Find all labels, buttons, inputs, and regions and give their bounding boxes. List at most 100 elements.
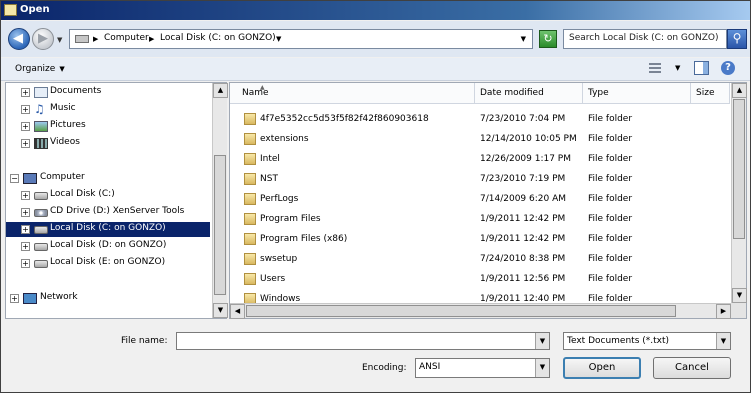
breadcrumb-arrow-icon[interactable]: ▶ xyxy=(93,35,98,43)
breadcrumb-arrow-icon[interactable]: ▼ xyxy=(276,35,281,43)
scroll-up-icon[interactable]: ▲ xyxy=(732,83,747,98)
file-row[interactable]: NST 7/23/2010 7:19 PM File folder xyxy=(230,169,730,189)
file-type-value: Text Documents (*.txt) xyxy=(567,336,670,346)
file-date: 12/26/2009 1:17 PM xyxy=(480,154,571,164)
forward-button[interactable]: ▶ xyxy=(32,28,54,50)
encoding-select[interactable]: ANSI ▼ xyxy=(415,358,550,378)
nav-item-label: Music xyxy=(50,103,76,113)
scroll-thumb[interactable] xyxy=(733,99,745,239)
expand-icon[interactable]: + xyxy=(10,294,19,303)
expand-icon[interactable]: + xyxy=(21,139,30,148)
folder-icon xyxy=(244,233,256,245)
help-icon[interactable]: ? xyxy=(721,61,735,75)
scroll-up-icon[interactable]: ▲ xyxy=(213,83,228,98)
file-row[interactable]: 4f7e5352cc5d53f5f82f42f860903618 7/23/20… xyxy=(230,109,730,129)
file-row[interactable]: PerfLogs 7/14/2009 6:20 AM File folder xyxy=(230,189,730,209)
nav-item-label: Pictures xyxy=(50,120,86,130)
nav-item-videos[interactable]: + Videos xyxy=(6,136,210,151)
file-row[interactable]: Program Files (x86) 1/9/2011 12:42 PM Fi… xyxy=(230,229,730,249)
collapse-icon[interactable]: − xyxy=(10,174,19,183)
views-icon[interactable] xyxy=(649,61,663,77)
file-row[interactable]: Intel 12/26/2009 1:17 PM File folder xyxy=(230,149,730,169)
nav-item-music[interactable]: + ♫ Music xyxy=(6,102,210,117)
search-icon[interactable]: ⚲ xyxy=(727,29,747,49)
nav-item-local-disk-e-gonzo[interactable]: + Local Disk (E: on GONZO) xyxy=(6,256,210,271)
expand-icon[interactable]: + xyxy=(21,122,30,131)
expand-icon[interactable]: + xyxy=(21,191,30,200)
file-type: File folder xyxy=(588,234,633,244)
nav-item-cd-drive[interactable]: + CD Drive (D:) XenServer Tools xyxy=(6,205,210,220)
file-name: NST xyxy=(260,174,278,184)
expand-icon[interactable]: + xyxy=(21,105,30,114)
file-row[interactable]: swsetup 7/24/2010 8:38 PM File folder xyxy=(230,249,730,269)
column-type[interactable]: Type xyxy=(583,83,691,104)
file-type-select[interactable]: Text Documents (*.txt) ▼ xyxy=(563,332,731,350)
cancel-button[interactable]: Cancel xyxy=(653,357,731,379)
file-name: PerfLogs xyxy=(260,194,299,204)
breadcrumb-arrow-icon[interactable]: ▶ xyxy=(149,35,154,43)
chevron-down-icon[interactable]: ▼ xyxy=(716,333,730,349)
file-date: 1/9/2011 12:56 PM xyxy=(480,274,566,284)
file-row[interactable]: extensions 12/14/2010 10:05 PM File fold… xyxy=(230,129,730,149)
search-input[interactable]: Search Local Disk (C: on GONZO) xyxy=(563,29,727,49)
refresh-button[interactable]: ↻ xyxy=(539,30,557,48)
scroll-right-icon[interactable]: ▶ xyxy=(716,304,731,319)
scroll-thumb[interactable] xyxy=(246,305,676,317)
expand-icon[interactable]: + xyxy=(21,225,30,234)
music-icon: ♫ xyxy=(34,102,45,116)
disk-icon xyxy=(34,243,48,251)
nav-vertical-scrollbar[interactable]: ▲ ▼ xyxy=(212,83,228,318)
chevron-down-icon[interactable]: ▼ xyxy=(535,333,549,349)
column-name[interactable]: Name ▲ xyxy=(230,83,475,104)
navigation-pane: + Documents + ♫ Music + Pictures + Video… xyxy=(5,82,228,319)
file-date: 7/24/2010 8:38 PM xyxy=(480,254,566,264)
column-size[interactable]: Size xyxy=(691,83,730,104)
expand-icon[interactable]: + xyxy=(21,88,30,97)
nav-item-documents[interactable]: + Documents xyxy=(6,85,210,100)
file-name: swsetup xyxy=(260,254,298,264)
expand-icon[interactable]: + xyxy=(21,259,30,268)
forward-arrow-icon: ▶ xyxy=(38,31,48,46)
open-dialog: Open ◀ ▶ ▼ ▶ Computer ▶ Local Disk (C: o… xyxy=(0,0,751,393)
preview-pane-icon[interactable] xyxy=(694,61,709,75)
nav-item-local-disk-c-gonzo[interactable]: + Local Disk (C: on GONZO) xyxy=(6,222,210,237)
breadcrumb-local-disk[interactable]: Local Disk (C: on GONZO) xyxy=(160,33,276,43)
file-row[interactable]: Users 1/9/2011 12:56 PM File folder xyxy=(230,269,730,289)
breadcrumb-computer[interactable]: Computer xyxy=(104,33,149,43)
back-arrow-icon: ◀ xyxy=(13,31,23,46)
scroll-left-icon[interactable]: ◀ xyxy=(230,304,245,319)
expand-icon[interactable]: + xyxy=(21,242,30,251)
open-button[interactable]: Open xyxy=(563,357,641,379)
file-row[interactable]: Program Files 1/9/2011 12:42 PM File fol… xyxy=(230,209,730,229)
back-button[interactable]: ◀ xyxy=(8,28,30,50)
expand-icon[interactable]: + xyxy=(21,208,30,217)
file-type: File folder xyxy=(588,274,633,284)
nav-item-network[interactable]: + Network xyxy=(6,291,210,306)
organize-button[interactable]: Organize ▼ xyxy=(15,64,65,74)
nav-item-local-disk-c[interactable]: + Local Disk (C:) xyxy=(6,188,210,203)
file-name-field[interactable]: ▼ xyxy=(176,332,550,350)
file-vertical-scrollbar[interactable]: ▲ ▼ xyxy=(731,83,747,303)
scroll-thumb[interactable] xyxy=(214,155,226,295)
address-history-dropdown[interactable]: ▼ xyxy=(521,35,526,43)
disk-icon xyxy=(34,192,48,200)
nav-item-pictures[interactable]: + Pictures xyxy=(6,119,210,134)
column-size-label: Size xyxy=(696,88,715,98)
column-date-modified[interactable]: Date modified xyxy=(475,83,583,104)
views-dropdown-icon[interactable]: ▼ xyxy=(675,64,680,80)
column-date-label: Date modified xyxy=(480,88,544,98)
file-date: 12/14/2010 10:05 PM xyxy=(480,134,577,144)
nav-item-label: Local Disk (C:) xyxy=(50,189,115,199)
recent-pages-dropdown[interactable]: ▼ xyxy=(57,36,62,44)
title-bar[interactable]: Open xyxy=(1,1,750,20)
scroll-down-icon[interactable]: ▼ xyxy=(732,288,747,303)
nav-item-local-disk-d-gonzo[interactable]: + Local Disk (D: on GONZO) xyxy=(6,239,210,254)
nav-item-computer[interactable]: − Computer xyxy=(6,171,210,186)
folder-icon xyxy=(244,193,256,205)
file-horizontal-scrollbar[interactable]: ◀ ▶ xyxy=(230,303,731,319)
chevron-down-icon[interactable]: ▼ xyxy=(535,359,549,377)
file-type: File folder xyxy=(588,114,633,124)
scroll-down-icon[interactable]: ▼ xyxy=(213,303,228,318)
file-name: extensions xyxy=(260,134,309,144)
address-bar[interactable]: ▶ Computer ▶ Local Disk (C: on GONZO) ▼ … xyxy=(69,29,533,49)
